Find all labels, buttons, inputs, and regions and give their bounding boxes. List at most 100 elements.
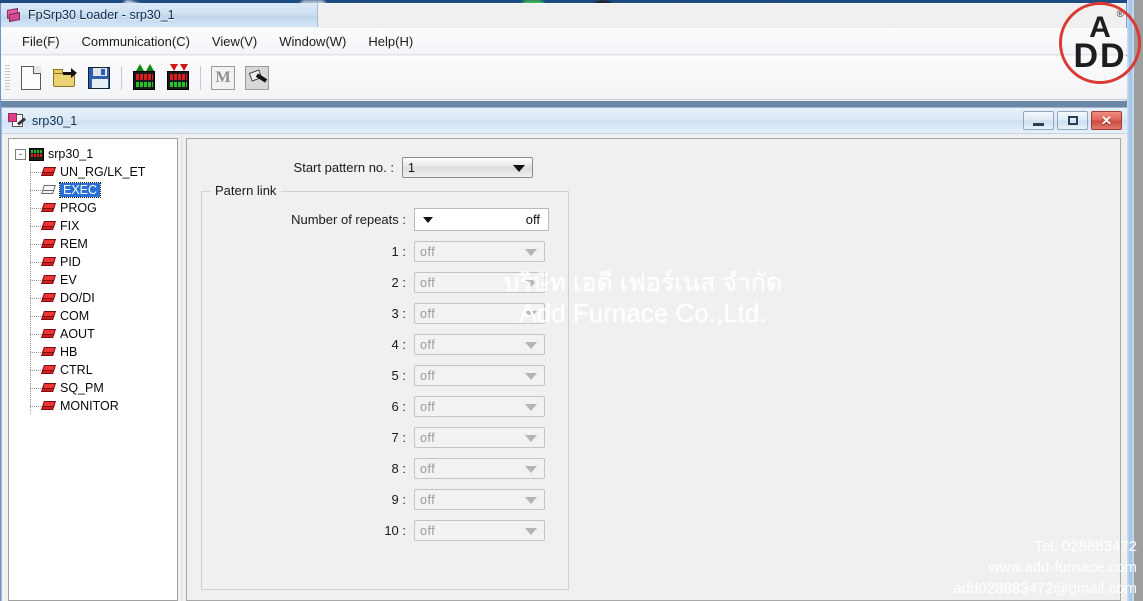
link-select-2[interactable]: off (414, 272, 545, 293)
tree-guide-dots (30, 406, 41, 407)
link-label-4: 4 : (391, 337, 406, 352)
link-select-10[interactable]: off (414, 520, 545, 541)
upload-to-device-button[interactable] (129, 63, 159, 93)
link-select-4[interactable]: off (414, 334, 545, 355)
save-file-icon (88, 66, 110, 89)
panel-splitter[interactable] (178, 134, 186, 601)
new-file-button[interactable] (16, 63, 46, 93)
tree-item-exec[interactable]: EXEC (25, 181, 177, 199)
menu-bar: File(F) Communication(C) View(V) Window(… (1, 28, 1128, 55)
book-icon (41, 364, 56, 377)
tree-item-un-rg-lk-et[interactable]: UN_RG/LK_ET (25, 163, 177, 181)
book-icon (41, 202, 56, 215)
tree-item-label: CTRL (60, 363, 93, 377)
tree-item-label: FIX (60, 219, 80, 233)
document-icon (8, 112, 26, 129)
link-select-9[interactable]: off (414, 489, 545, 510)
menu-item-file[interactable]: File(F) (11, 30, 71, 53)
download-from-device-icon (165, 63, 191, 92)
window-titlebar[interactable]: FpSrp30 Loader - srp30_1 (1, 3, 318, 27)
close-button[interactable]: ✕ (1091, 111, 1122, 130)
window-right-edge (1127, 0, 1134, 601)
tree-guide-dots (30, 316, 41, 317)
book-icon (41, 292, 56, 305)
tree-item-ev[interactable]: EV (25, 271, 177, 289)
tree-item-fix[interactable]: FIX (25, 217, 177, 235)
new-file-icon (21, 65, 41, 90)
link-value-3: off (420, 306, 436, 321)
link-select-3[interactable]: off (414, 303, 545, 324)
tree-root-container: - srp30_1 UN_RG/LK_ET EXEC PROG FIX REM … (9, 139, 177, 415)
start-pattern-row: Start pattern no. : 1 (187, 157, 1120, 178)
number-of-repeats-value: off (525, 212, 540, 227)
toolbar-grip[interactable] (5, 64, 10, 91)
chevron-down-icon (525, 248, 537, 256)
link-select-5[interactable]: off (414, 365, 545, 386)
tree-item-aout[interactable]: AOUT (25, 325, 177, 343)
link-select-6[interactable]: off (414, 396, 545, 417)
menu-item-view[interactable]: View(V) (201, 30, 268, 53)
link-row-9: 9 : off (202, 489, 568, 510)
maximize-icon (1067, 116, 1078, 125)
tree-guide-dots (30, 208, 41, 209)
link-select-1[interactable]: off (414, 241, 545, 262)
expander-toggle-icon[interactable]: - (15, 148, 26, 160)
link-label-1: 1 : (391, 244, 406, 259)
link-select-7[interactable]: off (414, 427, 545, 448)
link-row-1: 1 : off (202, 241, 568, 262)
add-logo: ® A DD (1059, 2, 1141, 84)
tree-item-label: EV (60, 273, 77, 287)
chevron-down-icon (525, 465, 537, 473)
tree-node-root[interactable]: - srp30_1 (15, 145, 177, 163)
monitor-button[interactable]: M (208, 63, 238, 93)
tree-guide-dots (30, 190, 41, 191)
chevron-down-icon (525, 372, 537, 380)
child-window-titlebar[interactable]: srp30_1 ✕ (2, 108, 1127, 134)
number-of-repeats-select[interactable]: off (414, 208, 549, 231)
desktop-right-margin (1134, 0, 1143, 601)
tools-icon (245, 65, 269, 90)
tree-guide-dots (30, 226, 41, 227)
tree-item-label: COM (60, 309, 90, 323)
link-label-5: 5 : (391, 368, 406, 383)
menu-item-help[interactable]: Help(H) (357, 30, 424, 53)
link-row-7: 7 : off (202, 427, 568, 448)
book-icon (41, 400, 56, 413)
tree-guide-dots (30, 280, 41, 281)
book-icon (41, 310, 56, 323)
tree-item-label: UN_RG/LK_ET (60, 165, 146, 179)
tree-item-label: MONITOR (60, 399, 119, 413)
link-label-3: 3 : (391, 306, 406, 321)
maximize-button[interactable] (1057, 111, 1088, 130)
link-select-8[interactable]: off (414, 458, 545, 479)
tree-item-rem[interactable]: REM (25, 235, 177, 253)
link-value-7: off (420, 430, 436, 445)
link-value-5: off (420, 368, 436, 383)
tools-button[interactable] (242, 63, 272, 93)
link-value-1: off (420, 244, 436, 259)
tree-item-do-di[interactable]: DO/DI (25, 289, 177, 307)
book-icon (41, 238, 56, 251)
tree-item-sq-pm[interactable]: SQ_PM (25, 379, 177, 397)
navigation-tree[interactable]: - srp30_1 UN_RG/LK_ET EXEC PROG FIX REM … (8, 138, 178, 601)
child-window-body: - srp30_1 UN_RG/LK_ET EXEC PROG FIX REM … (2, 134, 1127, 601)
chevron-down-icon (525, 403, 537, 411)
tree-guide-dots (30, 172, 41, 173)
mdi-client-area: srp30_1 ✕ - srp30_1 UN_RG/LK_ET EXEC PRO… (1, 101, 1128, 601)
link-row-8: 8 : off (202, 458, 568, 479)
tree-item-ctrl[interactable]: CTRL (25, 361, 177, 379)
tree-guide-dots (30, 262, 41, 263)
menu-item-window[interactable]: Window(W) (268, 30, 357, 53)
open-file-button[interactable] (50, 63, 80, 93)
save-file-button[interactable] (84, 63, 114, 93)
start-pattern-select[interactable]: 1 (402, 157, 533, 178)
tree-item-com[interactable]: COM (25, 307, 177, 325)
download-from-device-button[interactable] (163, 63, 193, 93)
minimize-button[interactable] (1023, 111, 1054, 130)
tree-item-prog[interactable]: PROG (25, 199, 177, 217)
menu-item-communication[interactable]: Communication(C) (71, 30, 201, 53)
tree-guide-dots (30, 370, 41, 371)
tree-item-monitor[interactable]: MONITOR (25, 397, 177, 415)
tree-item-hb[interactable]: HB (25, 343, 177, 361)
tree-item-pid[interactable]: PID (25, 253, 177, 271)
